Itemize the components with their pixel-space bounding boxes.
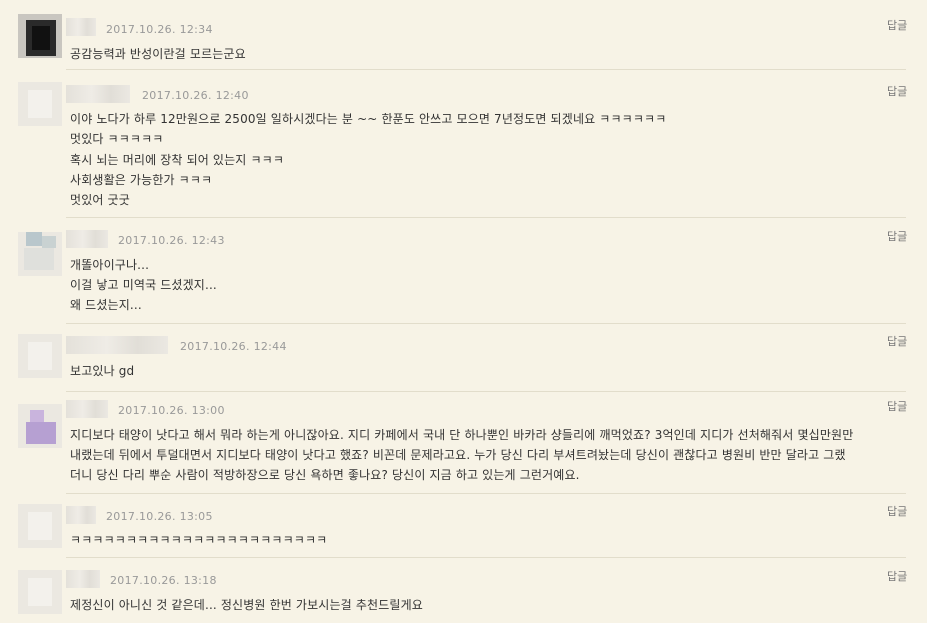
avatar[interactable] (18, 14, 62, 58)
avatar[interactable] (18, 334, 62, 378)
reply-button[interactable]: 답글 (887, 333, 907, 349)
avatar[interactable] (18, 82, 62, 126)
reply-button[interactable]: 답글 (887, 83, 907, 99)
comment-text: 공감능력과 반성이란걸 모르는군요 (70, 47, 246, 61)
avatar[interactable] (18, 570, 62, 614)
author-nickname[interactable] (66, 506, 96, 524)
comment-date: 2017.10.26. 13:00 (118, 404, 225, 417)
comment-list: 2017.10.26. 12:34 답글 공감능력과 반성이란걸 모르는군요 2… (0, 0, 927, 623)
reply-button[interactable]: 답글 (887, 503, 907, 519)
comment-item: 2017.10.26. 12:43 답글 개똘아이구나... 이걸 낳고 미역국… (0, 218, 927, 322)
comment-date: 2017.10.26. 12:40 (142, 89, 249, 102)
comment-text: 보고있나 gd (70, 364, 135, 378)
comment-text: ㅋㅋㅋㅋㅋㅋㅋㅋㅋㅋㅋㅋㅋㅋㅋㅋㅋㅋㅋㅋㅋㅋㅋ (70, 533, 328, 547)
author-nickname[interactable] (66, 85, 130, 103)
comment-date: 2017.10.26. 12:34 (106, 23, 213, 36)
comment-item: 2017.10.26. 13:18 답글 제정신이 아니신 것 같은데... 정… (0, 558, 927, 623)
comment-text: 사회생활은 가능한가 ㅋㅋㅋ (70, 173, 213, 187)
comment-text: 멋있어 굿굿 (70, 193, 130, 207)
comment-text: 왜 드셨는지... (70, 298, 142, 312)
author-nickname[interactable] (66, 336, 168, 354)
comment-text: 멋있다 ㅋㅋㅋㅋㅋ (70, 132, 164, 146)
avatar[interactable] (18, 404, 62, 448)
comment-text: 이야 노다가 하루 12만원으로 2500일 일하시겠다는 분 ~~ 한푼도 안… (70, 112, 667, 126)
comment-text: 제정신이 아니신 것 같은데... 정신병원 한번 가보시는걸 추천드릴게요 (70, 598, 423, 612)
comment-item: 2017.10.26. 13:05 답글 ㅋㅋㅋㅋㅋㅋㅋㅋㅋㅋㅋㅋㅋㅋㅋㅋㅋㅋㅋ… (0, 494, 927, 556)
avatar[interactable] (18, 504, 62, 548)
comment-text: 내랬는데 뒤에서 투덜대면서 지디보다 태양이 낫다고 했죠? 비꼰데 문제라고… (70, 448, 846, 462)
comment-item: 2017.10.26. 12:40 답글 이야 노다가 하루 12만원으로 25… (0, 70, 927, 216)
reply-button[interactable]: 답글 (887, 228, 907, 244)
author-nickname[interactable] (66, 18, 96, 36)
comment-date: 2017.10.26. 12:44 (180, 340, 287, 353)
avatar[interactable] (18, 232, 62, 276)
comment-date: 2017.10.26. 13:05 (106, 510, 213, 523)
comment-text: 지디보다 태양이 낫다고 해서 뭐라 하는게 아니잖아요. 지디 카페에서 국내… (70, 428, 854, 442)
comment-text: 더니 당신 다리 뿌순 사람이 적방하장으로 당신 욕하면 좋나요? 당신이 지… (70, 468, 580, 482)
reply-button[interactable]: 답글 (887, 17, 907, 33)
comment-text: 혹시 뇌는 머리에 장착 되어 있는지 ㅋㅋㅋ (70, 153, 285, 167)
comment-date: 2017.10.26. 13:18 (110, 574, 217, 587)
comment-text: 개똘아이구나... (70, 258, 150, 272)
author-nickname[interactable] (66, 570, 100, 588)
reply-button[interactable]: 답글 (887, 398, 907, 414)
comment-item: 2017.10.26. 12:44 답글 보고있나 gd (0, 324, 927, 390)
reply-button[interactable]: 답글 (887, 568, 907, 584)
author-nickname[interactable] (66, 230, 108, 248)
comment-item: 2017.10.26. 12:34 답글 공감능력과 반성이란걸 모르는군요 (0, 0, 927, 68)
comment-item: 2017.10.26. 13:00 답글 지디보다 태양이 낫다고 해서 뭐라 … (0, 392, 927, 492)
comment-date: 2017.10.26. 12:43 (118, 234, 225, 247)
author-nickname[interactable] (66, 400, 108, 418)
comment-text: 이걸 낳고 미역국 드셨겠지... (70, 278, 217, 292)
